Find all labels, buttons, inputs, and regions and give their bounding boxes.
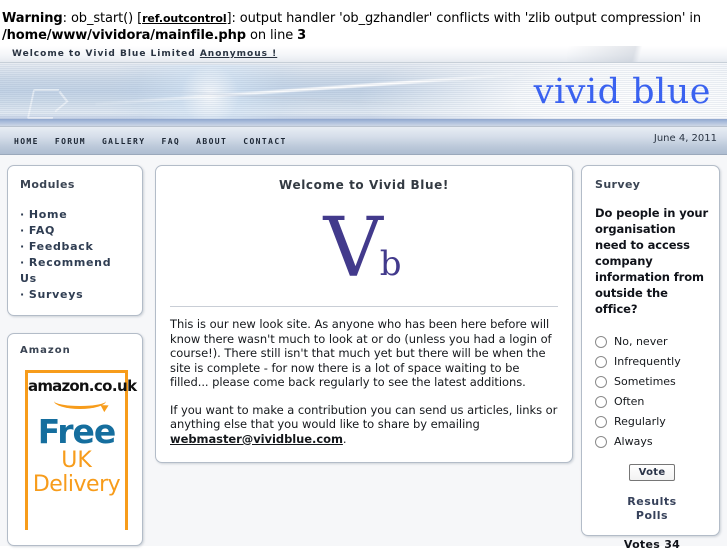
vividblue-monogram-logo: Vb [170, 202, 558, 306]
warning-text-2: ]: output handler 'ob_gzhandler' conflic… [226, 11, 702, 26]
bullet-icon: · [20, 208, 25, 221]
php-warning-message: Warning: ob_start() [ref.outcontrol]: ou… [0, 0, 727, 46]
nav-item-home[interactable]: HOME [14, 128, 39, 155]
banner-arrow-watermark-icon [26, 89, 60, 119]
content-block: Welcome to Vivid Blue! Vb This is our ne… [155, 165, 573, 463]
survey-option-infrequently[interactable]: Infrequently [595, 355, 709, 368]
bullet-icon: · [20, 256, 25, 269]
main-content-column: Welcome to Vivid Blue! Vb This is our ne… [155, 165, 573, 463]
modules-title: Modules [20, 178, 75, 191]
amazon-ad-line3: Delivery [32, 472, 121, 497]
survey-option-regularly[interactable]: Regularly [595, 415, 709, 428]
radio-button-icon[interactable] [595, 335, 607, 348]
survey-results-link[interactable]: Results [595, 495, 709, 509]
survey-option-no-never[interactable]: No, never [595, 335, 709, 348]
survey-option-label: Infrequently [614, 355, 681, 368]
banner-bottom-bar [0, 119, 727, 126]
paragraph-2-text-after: . [342, 431, 347, 446]
bullet-icon: · [20, 240, 25, 253]
warning-line-number: 3 [297, 28, 307, 43]
amazon-logo: amazon.co.uk [28, 379, 137, 394]
nav-item-forum[interactable]: FORUM [55, 128, 86, 155]
warning-file-path: /home/www/vividora/mainfile.php [2, 28, 246, 43]
survey-links: Results Polls [595, 495, 709, 523]
nav-item-faq[interactable]: FAQ [161, 128, 180, 155]
modules-item-label: Home [28, 208, 68, 221]
sidebar-item-surveys[interactable]: · Surveys [20, 287, 132, 303]
survey-option-always[interactable]: Always [595, 435, 709, 448]
page-title: Welcome to Vivid Blue! [279, 178, 449, 192]
bullet-icon: · [20, 288, 25, 301]
amazon-ad-line1: Free [37, 412, 116, 451]
site-logo-text[interactable]: vivid blue [534, 72, 711, 112]
sidebar-item-home[interactable]: · Home [20, 207, 132, 223]
warning-label: Warning [2, 11, 63, 26]
ref-outcontrol-link[interactable]: ref.outcontrol [142, 12, 227, 25]
left-sidebar: Modules · Home · FAQ · Feedback · Recommend … [7, 165, 143, 546]
vote-button[interactable]: Vote [628, 464, 676, 481]
radio-button-icon[interactable] [595, 415, 607, 428]
main-navigation: HOME FORUM GALLERY FAQ ABOUT CONTACT June 4, … [0, 127, 727, 155]
current-date: June 4, 2011 [653, 133, 717, 144]
survey-option-label: No, never [614, 335, 668, 348]
survey-title: Survey [595, 178, 641, 191]
page-body: Modules · Home · FAQ · Feedback · Recommend … [0, 155, 727, 551]
sidebar-item-recommend-us[interactable]: · Recommend Us [20, 255, 132, 287]
anonymous-user-link[interactable]: Anonymous ! [200, 49, 277, 59]
paragraph-2-text-before: If you want to make a contribution you c… [170, 402, 558, 432]
welcome-bar: Welcome to Vivid Blue Limited Anonymous … [0, 46, 727, 63]
content-paragraph-1: This is our new look site. As anyone who… [170, 317, 552, 389]
nav-item-gallery[interactable]: GALLERY [102, 128, 146, 155]
nav-items-container: HOME FORUM GALLERY FAQ ABOUT CONTACT [14, 127, 303, 154]
warning-text-3: on line [245, 28, 298, 43]
survey-option-label: Sometimes [614, 375, 676, 388]
survey-option-label: Often [614, 395, 645, 408]
amazon-title: Amazon [20, 345, 71, 356]
survey-option-label: Regularly [614, 415, 666, 428]
amazon-block: Amazon amazon.co.uk Free UK Delivery [7, 333, 143, 546]
amazon-ad-line2: UK [61, 448, 92, 473]
modules-item-label: Recommend Us [20, 256, 112, 285]
nav-item-about[interactable]: ABOUT [196, 128, 227, 155]
welcome-text: Welcome to Vivid Blue Limited [12, 49, 196, 59]
right-sidebar: Survey Do people in your organisation ne… [581, 165, 720, 551]
modules-item-label: Feedback [28, 240, 94, 253]
survey-question: Do people in your organisation need to a… [595, 206, 709, 316]
survey-polls-link[interactable]: Polls [595, 509, 709, 523]
modules-list: · Home · FAQ · Feedback · Recommend Us · Surv… [20, 207, 132, 303]
bullet-icon: · [20, 224, 25, 237]
survey-option-sometimes[interactable]: Sometimes [595, 375, 709, 388]
sidebar-item-feedback[interactable]: · Feedback [20, 239, 132, 255]
modules-item-label: FAQ [28, 224, 56, 237]
amazon-smile-icon [53, 393, 106, 409]
sidebar-item-faq[interactable]: · FAQ [20, 223, 132, 239]
modules-block: Modules · Home · FAQ · Feedback · Recommend … [7, 165, 143, 316]
radio-button-icon[interactable] [595, 435, 607, 448]
warning-text-1: : ob_start() [ [62, 11, 143, 26]
logo-letter-v: V [323, 201, 383, 296]
welcome-bar-curve-decoration [567, 46, 727, 62]
content-paragraph-2: If you want to make a contribution you c… [170, 403, 558, 447]
logo-letter-b: b [379, 244, 402, 285]
amazon-banner-ad[interactable]: amazon.co.uk Free UK Delivery [25, 370, 137, 530]
survey-option-label: Always [614, 435, 653, 448]
modules-item-label: Surveys [28, 288, 84, 301]
radio-button-icon[interactable] [595, 355, 607, 368]
survey-option-often[interactable]: Often [595, 395, 709, 408]
content-divider [170, 306, 558, 307]
radio-button-icon[interactable] [595, 395, 607, 408]
radio-button-icon[interactable] [595, 375, 607, 388]
vote-button-container: Vote [595, 464, 709, 481]
nav-item-contact[interactable]: CONTACT [243, 128, 287, 155]
webmaster-email-link[interactable]: webmaster@vividblue.com [170, 432, 343, 446]
survey-block: Survey Do people in your organisation ne… [581, 165, 720, 551]
site-banner: vivid blue [0, 63, 727, 127]
